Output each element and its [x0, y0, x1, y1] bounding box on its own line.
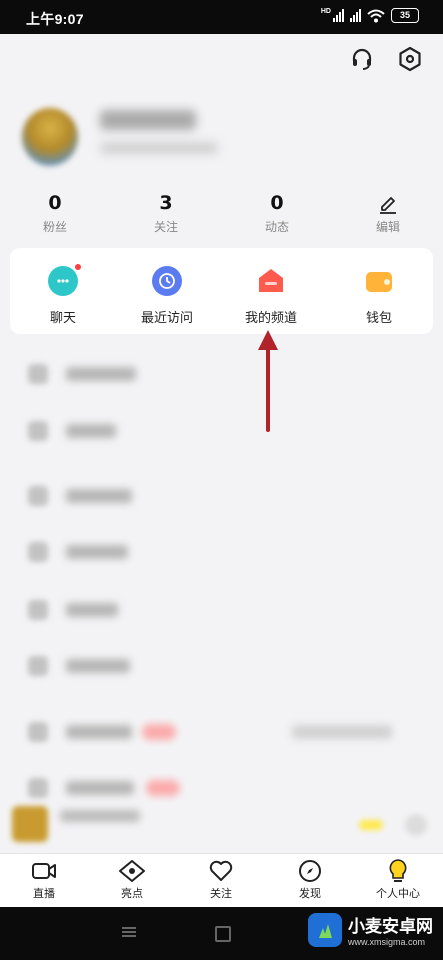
mini-badge-blurred	[359, 820, 383, 830]
tab-highlights-label: 亮点	[121, 887, 143, 900]
mini-close-blurred	[405, 814, 427, 836]
watermark-title: 小麦安卓网	[348, 917, 433, 937]
heart-icon	[186, 858, 256, 884]
tab-highlights[interactable]: 亮点	[97, 858, 167, 901]
home-nav-icon[interactable]	[215, 926, 231, 942]
watermark: 小麦安卓网 www.xmsigma.com	[308, 912, 433, 947]
mini-player-blurred[interactable]	[0, 800, 443, 850]
tab-profile[interactable]: 个人中心	[363, 858, 433, 901]
bottom-tab-bar: 直播 亮点 关注 发现 个人中心	[0, 853, 443, 908]
menu-nav-icon[interactable]	[122, 927, 136, 929]
video-camera-icon	[9, 858, 79, 884]
watermark-logo-icon	[308, 912, 342, 947]
compass-icon	[275, 858, 345, 884]
mini-title-blurred	[60, 810, 140, 822]
eye-icon	[97, 858, 167, 884]
person-bulb-icon	[363, 858, 433, 884]
tab-profile-label: 个人中心	[376, 887, 420, 900]
tab-live-label: 直播	[33, 887, 55, 900]
tab-following[interactable]: 关注	[186, 858, 256, 901]
watermark-url: www.xmsigma.com	[348, 937, 426, 947]
tab-live[interactable]: 直播	[9, 858, 79, 901]
tab-discover-label: 发现	[299, 887, 321, 900]
mini-avatar	[12, 806, 48, 842]
tab-discover[interactable]: 发现	[275, 858, 345, 901]
tab-following-label: 关注	[210, 887, 232, 900]
